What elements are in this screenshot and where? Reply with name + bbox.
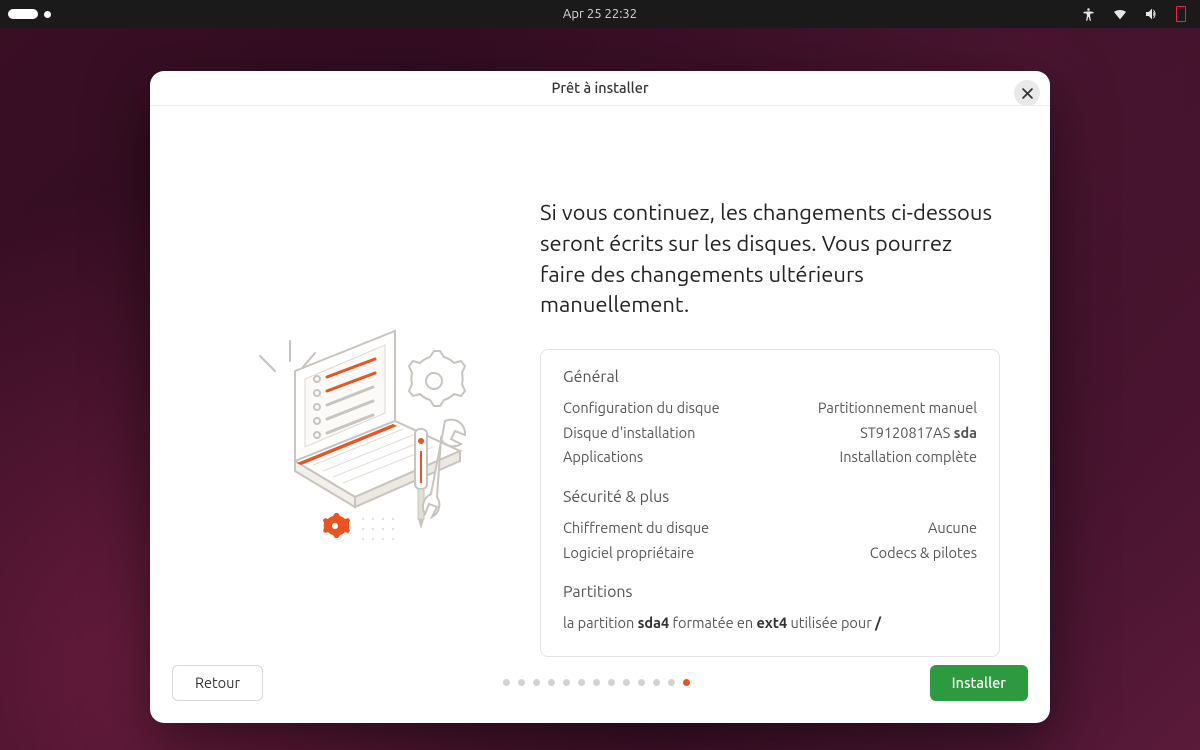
step-dot-13	[683, 679, 690, 686]
value-encryption: Aucune	[928, 516, 977, 541]
window-header: Prêt à installer	[150, 71, 1050, 106]
wifi-icon	[1112, 6, 1128, 22]
summary-box: Général Configuration du disque Partitio…	[540, 349, 1000, 657]
section-partitions-title: Partitions	[563, 583, 977, 601]
step-dot-3	[533, 679, 540, 686]
close-icon	[1022, 88, 1033, 99]
row-disk-config: Configuration du disque Partitionnement …	[563, 396, 977, 421]
partition-line: la partition sda4 formatée en ext4 utili…	[563, 611, 977, 636]
step-indicator	[263, 679, 930, 686]
step-dot-2	[518, 679, 525, 686]
volume-icon	[1144, 6, 1160, 22]
headline-text: Si vous continuez, les changements ci-de…	[540, 198, 1000, 321]
accessibility-icon	[1081, 7, 1096, 22]
step-dot-5	[563, 679, 570, 686]
status-area[interactable]	[1081, 6, 1200, 22]
label-encryption: Chiffrement du disque	[563, 516, 709, 541]
row-applications: Applications Installation complète	[563, 445, 977, 470]
step-dot-1	[503, 679, 510, 686]
step-dot-11	[653, 679, 660, 686]
battery-icon	[1176, 6, 1186, 22]
step-dot-9	[623, 679, 630, 686]
activities-pill	[8, 9, 38, 19]
window-title: Prêt à installer	[551, 79, 648, 96]
value-install-disk: ST9120817AS sda	[860, 421, 977, 446]
label-proprietary: Logiciel propriétaire	[563, 541, 694, 566]
section-general-title: Général	[563, 368, 977, 386]
label-applications: Applications	[563, 445, 643, 470]
row-proprietary: Logiciel propriétaire Codecs & pilotes	[563, 541, 977, 566]
clock[interactable]: Apr 25 22:32	[563, 7, 637, 21]
value-proprietary: Codecs & pilotes	[870, 541, 977, 566]
step-dot-8	[608, 679, 615, 686]
install-button[interactable]: Installer	[930, 665, 1028, 701]
step-dot-7	[593, 679, 600, 686]
label-disk-config: Configuration du disque	[563, 396, 720, 421]
value-disk-config: Partitionnement manuel	[818, 396, 977, 421]
row-encryption: Chiffrement du disque Aucune	[563, 516, 977, 541]
activities-area[interactable]	[0, 9, 51, 19]
step-dot-6	[578, 679, 585, 686]
step-dot-4	[548, 679, 555, 686]
step-dot-10	[638, 679, 645, 686]
window-footer: Retour Installer	[150, 657, 1050, 723]
illustration	[200, 146, 530, 657]
workspace-dot	[44, 11, 51, 18]
label-install-disk: Disque d'installation	[563, 421, 695, 446]
close-button[interactable]	[1014, 80, 1040, 106]
back-button[interactable]: Retour	[172, 665, 263, 701]
installer-window: Prêt à installer	[150, 71, 1050, 723]
value-applications: Installation complète	[840, 445, 977, 470]
section-security-title: Sécurité & plus	[563, 488, 977, 506]
gnome-top-bar: Apr 25 22:32	[0, 0, 1200, 28]
row-install-disk: Disque d'installation ST9120817AS sda	[563, 421, 977, 446]
step-dot-12	[668, 679, 675, 686]
